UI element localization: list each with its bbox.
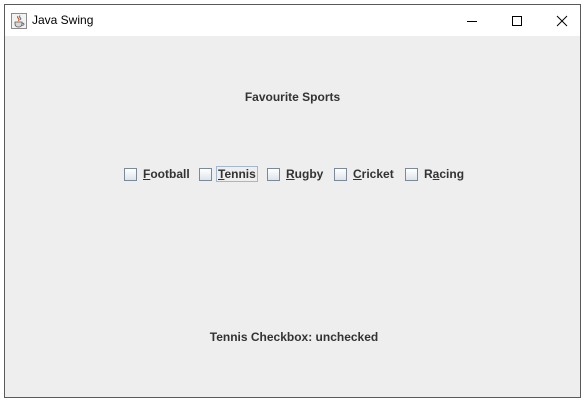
app-window: Java Swing Favourite Sports Football Ten…	[4, 4, 581, 398]
football-label: Football	[141, 166, 192, 182]
mnemonic-char: R	[286, 167, 295, 181]
cricket-checkbox[interactable]: Cricket	[334, 165, 396, 183]
football-checkbox[interactable]: Football	[124, 165, 192, 183]
close-icon	[556, 15, 568, 26]
maximize-button[interactable]	[495, 5, 539, 36]
status-label: Tennis Checkbox: unchecked	[209, 330, 379, 344]
checkbox-box[interactable]	[334, 167, 347, 181]
tennis-checkbox[interactable]: Tennis	[199, 165, 258, 183]
racing-label: Racing	[422, 166, 466, 182]
tennis-label: Tennis	[216, 166, 258, 182]
maximize-icon	[512, 15, 522, 26]
mnemonic-char: C	[353, 167, 362, 181]
label-pre: R	[424, 167, 433, 181]
checkbox-box[interactable]	[199, 167, 212, 181]
label-rest: ennis	[224, 167, 256, 181]
checkbox-box[interactable]	[124, 167, 137, 181]
checkbox-box[interactable]	[405, 167, 418, 181]
rugby-label: Rugby	[284, 166, 325, 182]
java-cup-icon[interactable]	[11, 13, 27, 29]
minimize-button[interactable]	[450, 5, 494, 36]
close-button[interactable]	[540, 5, 584, 36]
content-pane: Favourite Sports Football Tennis Rugby C…	[5, 36, 580, 397]
heading-label: Favourite Sports	[244, 90, 341, 104]
checkbox-box[interactable]	[267, 167, 280, 181]
label-rest: ricket	[361, 167, 394, 181]
window-title: Java Swing	[32, 13, 94, 27]
title-bar[interactable]: Java Swing	[5, 5, 580, 36]
racing-checkbox[interactable]: Racing	[405, 165, 466, 183]
cricket-label: Cricket	[351, 166, 396, 182]
rugby-checkbox[interactable]: Rugby	[267, 165, 325, 183]
label-rest: cing	[439, 167, 465, 181]
label-rest: ootball	[150, 167, 190, 181]
label-rest: ugby	[294, 167, 324, 181]
minimize-icon	[467, 20, 477, 22]
